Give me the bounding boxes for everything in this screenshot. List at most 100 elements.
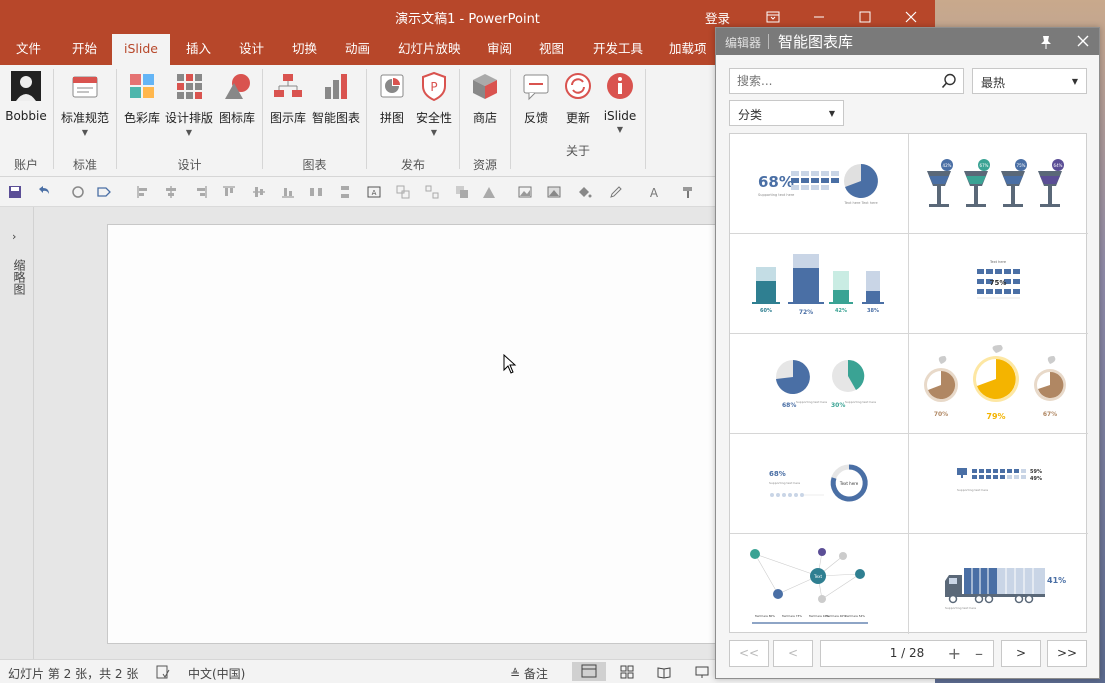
group-label-account: 账户 [13, 158, 38, 172]
security-button[interactable]: P 安全性 ▼ [414, 71, 454, 137]
color-library-button[interactable]: 色彩库 [121, 71, 163, 126]
thumb-oranges[interactable]: 70% 79% 67% [909, 334, 1088, 434]
sort-dropdown[interactable]: 最热 ▼ [972, 68, 1087, 94]
user-name: Bobbie [5, 109, 47, 123]
search-input[interactable] [730, 69, 930, 93]
puzzle-button[interactable]: 拼图 [372, 71, 412, 126]
group-icon[interactable] [395, 184, 411, 200]
normal-view-button[interactable] [572, 662, 606, 681]
svg-text:59%: 59% [1030, 469, 1042, 475]
last-page-button[interactable]: >> [1047, 640, 1087, 667]
thumb-monitor-bar[interactable]: 59% 49% Supporting text here [909, 434, 1088, 534]
thumb-pie-68[interactable]: 68% Supporting text here Text here Text … [730, 134, 909, 234]
category-dropdown[interactable]: 分类 ▼ [729, 100, 844, 126]
islide-info-button[interactable]: iSlide ▼ [600, 71, 640, 134]
next-page-button[interactable]: > [1001, 640, 1041, 667]
signin-link[interactable]: 登录 [705, 8, 730, 27]
thumb-people-75[interactable]: Text here 75% [909, 234, 1088, 334]
notes-button[interactable]: ≜ 备注 [510, 665, 548, 682]
group-separator [53, 69, 54, 169]
zoom-in-icon[interactable]: + [948, 641, 961, 666]
align-middle-icon[interactable] [251, 184, 267, 200]
align-right-icon[interactable] [193, 184, 209, 200]
zoom-out-icon[interactable]: – [975, 641, 983, 666]
align-top-icon[interactable] [221, 184, 237, 200]
thumb-cups[interactable]: 42% 67% 75% 64% [909, 134, 1088, 234]
save-icon[interactable] [7, 184, 23, 200]
text-box-icon[interactable]: A [366, 184, 382, 200]
slide-sorter-icon[interactable] [620, 665, 634, 679]
expand-pane-icon[interactable]: › [12, 230, 16, 243]
svg-text:49%: 49% [1030, 476, 1042, 482]
tab-design[interactable]: 设计 [227, 34, 276, 65]
update-button[interactable]: 更新 [558, 71, 598, 126]
search-icon[interactable] [941, 73, 957, 89]
tab-animations[interactable]: 动画 [333, 34, 382, 65]
redo-icon[interactable] [70, 184, 86, 200]
store-box-icon [473, 74, 497, 99]
tab-developer[interactable]: 开发工具 [581, 34, 655, 65]
merge-shapes-icon[interactable] [454, 184, 470, 200]
distribute-horizontal-icon[interactable] [308, 184, 324, 200]
ungroup-icon[interactable] [424, 184, 440, 200]
svg-text:30%: 30% [831, 402, 845, 409]
svg-text:Supporting text here: Supporting text here [796, 400, 827, 404]
svg-text:Text here Text here: Text here Text here [843, 201, 877, 205]
tab-review[interactable]: 审阅 [475, 34, 524, 65]
svg-text:A: A [372, 189, 377, 197]
spell-check-icon[interactable] [156, 665, 170, 679]
diagram-library-button[interactable]: 图示库 [267, 71, 309, 126]
shape-select-icon[interactable] [96, 184, 112, 200]
align-left-icon[interactable] [135, 184, 151, 200]
pin-icon[interactable] [1038, 34, 1054, 50]
design-layout-button[interactable]: 设计排版 ▼ [164, 71, 214, 137]
distribute-vertical-icon[interactable] [337, 184, 353, 200]
tab-insert[interactable]: 插入 [174, 34, 223, 65]
chart-template-grid: 68% Supporting text here Text here Text … [729, 133, 1088, 634]
first-page-button[interactable]: << [729, 640, 769, 667]
reading-view-icon[interactable] [657, 665, 671, 679]
smart-chart-button[interactable]: 智能图表 [310, 71, 362, 126]
tab-slideshow[interactable]: 幻灯片放映 [386, 34, 473, 65]
align-center-icon[interactable] [163, 184, 179, 200]
pen-icon[interactable] [608, 184, 624, 200]
icon-library-button[interactable]: 图标库 [216, 71, 258, 126]
group-label-chart: 图表 [302, 158, 327, 172]
align-bottom-icon[interactable] [280, 184, 296, 200]
thumb-donut[interactable]: 68% Supporting text here Text here [730, 434, 909, 534]
undo-icon[interactable] [35, 184, 51, 200]
thumb-two-pies[interactable]: 68% Supporting text here 30% Supporting … [730, 334, 909, 434]
standard-spec-button[interactable]: 标准规范 ▼ [58, 71, 112, 137]
tab-islide[interactable]: iSlide [112, 34, 170, 65]
paint-bucket-icon[interactable] [576, 184, 592, 200]
svg-text:Text here 54%: Text here 54% [844, 614, 865, 618]
chevron-down-icon: ▼ [828, 109, 835, 118]
tab-addins[interactable]: 加载项 [657, 34, 719, 65]
tab-transitions[interactable]: 切换 [280, 34, 329, 65]
thumb-buildings[interactable]: 60% 72% 42% 38% [730, 234, 909, 334]
font-color-icon[interactable]: A [646, 184, 662, 200]
close-panel-icon[interactable] [1077, 35, 1089, 47]
slideshow-view-icon[interactable] [695, 665, 709, 679]
language-status[interactable]: 中文(中国) [188, 665, 245, 682]
tab-view[interactable]: 视图 [527, 34, 576, 65]
feedback-button[interactable]: 反馈 [516, 71, 556, 126]
puzzle-icon [380, 74, 404, 98]
user-account-button[interactable]: Bobbie [5, 71, 47, 123]
svg-text:Supporting text here: Supporting text here [945, 606, 976, 610]
format-painter-icon[interactable] [680, 184, 696, 200]
thumbnail-pane-label: 缩略图 [12, 259, 26, 295]
editor-tab[interactable]: 编辑器 [725, 34, 761, 51]
prev-page-button[interactable]: < [773, 640, 813, 667]
truck-thumbnail: 41% Supporting text here [945, 568, 1066, 610]
page-indicator: 1 / 28 + – [820, 640, 994, 667]
thumb-truck[interactable]: 41% Supporting text here [909, 534, 1088, 634]
tab-file[interactable]: 文件 [4, 34, 53, 65]
tab-home[interactable]: 开始 [60, 34, 109, 65]
image-adjust-icon[interactable] [546, 184, 562, 200]
thumb-network[interactable]: Text Text here 80% Text here 73% Text he… [730, 534, 909, 634]
store-button[interactable]: 商店 [465, 71, 505, 126]
shape-fill-icon[interactable] [481, 184, 497, 200]
picture-icon[interactable] [517, 184, 533, 200]
slide-canvas[interactable] [107, 224, 727, 644]
